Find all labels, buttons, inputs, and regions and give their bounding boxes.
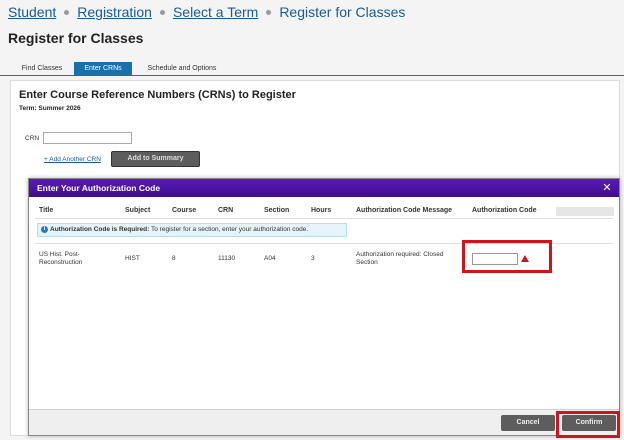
- crn-input[interactable]: [43, 132, 132, 144]
- column-header-course: Course: [172, 207, 197, 214]
- tab-schedule-options[interactable]: Schedule and Options: [138, 62, 226, 76]
- add-to-summary-button[interactable]: Add to Summary: [111, 151, 200, 167]
- dialog-footer: Cancel Confirm: [29, 409, 619, 435]
- auth-code-highlight: [462, 240, 552, 273]
- column-header-filler: [556, 207, 614, 216]
- row-hours: 3: [311, 255, 315, 262]
- dialog-title: Enter Your Authorization Code: [37, 183, 161, 193]
- page-title: Register for Classes: [8, 30, 144, 46]
- cancel-button[interactable]: Cancel: [501, 415, 555, 431]
- crn-label: CRN: [25, 135, 40, 142]
- breadcrumb-current: Register for Classes: [279, 4, 406, 20]
- header-divider: [35, 218, 613, 219]
- authorization-required-notice: i Authorization Code is Required: To regi…: [37, 223, 347, 237]
- close-icon[interactable]: ✕: [601, 182, 613, 194]
- row-section: A04: [264, 255, 276, 262]
- column-header-auth-code: Authorization Code: [472, 207, 537, 214]
- tab-bar: Find Classes Enter CRNs Schedule and Opt…: [0, 62, 624, 76]
- tab-find-classes[interactable]: Find Classes: [14, 62, 70, 76]
- breadcrumb-separator: [159, 9, 165, 15]
- notice-bold-text: Authorization Code is Required:: [50, 226, 150, 233]
- row-crn: 11130: [218, 255, 236, 262]
- column-header-auth-message: Authorization Code Message: [356, 207, 453, 214]
- column-header-subject: Subject: [125, 207, 151, 214]
- breadcrumb-registration-link[interactable]: Registration: [77, 4, 152, 20]
- notice-text: To register for a section, enter your au…: [149, 226, 309, 233]
- dialog-header: Enter Your Authorization Code ✕: [29, 179, 619, 197]
- row-course: 8: [172, 255, 176, 262]
- column-header-hours: Hours: [311, 207, 332, 214]
- info-icon: i: [41, 225, 48, 233]
- row-title: US Hist. Post-Reconstruction: [39, 251, 83, 266]
- row-subject: HIST: [125, 255, 140, 262]
- add-another-crn-link[interactable]: + Add Another CRN: [44, 156, 101, 163]
- breadcrumb-student-link[interactable]: Student: [8, 4, 56, 20]
- tab-enter-crns[interactable]: Enter CRNs: [74, 62, 132, 76]
- column-header-section: Section: [264, 207, 290, 214]
- breadcrumb-separator: [266, 9, 272, 15]
- breadcrumb: Student Registration Select a Term Regis…: [8, 2, 405, 22]
- confirm-highlight: [556, 411, 620, 438]
- breadcrumb-select-term-link[interactable]: Select a Term: [173, 4, 258, 20]
- term-label: Term: Summer 2026: [19, 105, 81, 112]
- column-header-crn: CRN: [218, 207, 234, 214]
- breadcrumb-separator: [64, 9, 70, 15]
- panel-title: Enter Course Reference Numbers (CRNs) to…: [19, 89, 296, 101]
- row-auth-message: Authorization required: Closed Section: [356, 251, 444, 266]
- authorization-code-dialog: Enter Your Authorization Code ✕ Title Su…: [28, 178, 620, 436]
- column-header-title: Title: [39, 207, 54, 214]
